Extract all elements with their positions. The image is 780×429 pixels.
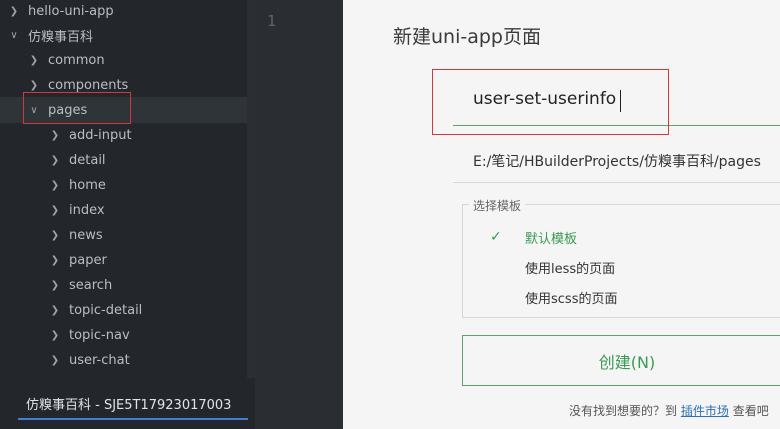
tree-item-label: user-chat: [69, 352, 130, 368]
line-number: 1: [267, 12, 277, 30]
path-input[interactable]: E:/笔记/HBuilderProjects/仿糗事百科/pages: [453, 145, 780, 183]
chevron-right-icon: ❯: [50, 129, 60, 141]
plugin-market-link[interactable]: 插件市场: [681, 404, 729, 418]
tree-item-topic-detail[interactable]: ❯ topic-detail: [0, 299, 247, 321]
footer-hint: 没有找到想要的？到 插件市场 查看吧: [569, 402, 769, 419]
tree-item-label: search: [69, 277, 113, 293]
tree-item-index[interactable]: ❯ index: [0, 199, 247, 221]
tree-item-paper[interactable]: ❯ paper: [0, 249, 247, 271]
tree-item-label: home: [69, 177, 106, 193]
chevron-right-icon: ❯: [50, 279, 60, 291]
tree-item-label: components: [48, 77, 129, 93]
template-group-legend: 选择模板: [469, 197, 526, 214]
tree-item-label: paper: [69, 252, 107, 268]
status-bar: 仿糗事百科 - SJE5T17923017003: [0, 378, 255, 429]
footer-suffix: 查看吧: [732, 404, 769, 418]
chevron-down-icon: ∨: [10, 29, 18, 41]
chevron-right-icon: ❯: [50, 304, 60, 316]
chevron-right-icon: ❯: [50, 229, 60, 241]
tree-item-news[interactable]: ❯ news: [0, 224, 247, 246]
tree-item-search[interactable]: ❯ search: [0, 274, 247, 296]
tree-item-home[interactable]: ❯ home: [0, 174, 247, 196]
chevron-right-icon: ❯: [29, 54, 39, 66]
tree-item-label: news: [69, 227, 103, 243]
template-option-scss[interactable]: 使用scss的页面: [525, 288, 617, 307]
project-tab[interactable]: 仿糗事百科 - SJE5T17923017003: [18, 394, 248, 420]
chevron-right-icon: ❯: [50, 329, 60, 341]
template-group: 选择模板 ✓ 默认模板 使用less的页面 使用scss的页面: [462, 197, 780, 318]
tree-item-topic-nav[interactable]: ❯ topic-nav: [0, 324, 247, 346]
tree-item-label: 仿糗事百科: [28, 29, 94, 45]
tree-item-label: detail: [69, 152, 106, 168]
tree-item-label: add-input: [69, 127, 132, 143]
tree-item-detail[interactable]: ❯ detail: [0, 149, 247, 171]
chevron-right-icon: ❯: [50, 254, 60, 266]
tree-item-common[interactable]: ❯ common: [0, 49, 247, 71]
check-icon: ✓: [490, 229, 502, 245]
tree-item-label: index: [69, 202, 105, 218]
chevron-right-icon: ❯: [50, 354, 60, 366]
chevron-right-icon: ❯: [50, 179, 60, 191]
tree-item-label: topic-nav: [69, 327, 130, 343]
chevron-right-icon: ❯: [29, 79, 39, 91]
tree-item-label: common: [48, 52, 105, 68]
path-value: E:/笔记/HBuilderProjects/仿糗事百科/pages: [473, 154, 761, 170]
template-option-default[interactable]: 默认模板: [525, 228, 577, 247]
tree-item-label: hello-uni-app: [28, 3, 114, 19]
tree-item-user-chat[interactable]: ❯ user-chat: [0, 349, 247, 371]
code-editor[interactable]: 1: [255, 0, 343, 429]
tree-item-project-root[interactable]: ∨ 仿糗事百科: [0, 24, 247, 46]
footer-prefix: 没有找到想要的？到: [569, 404, 678, 418]
tree-item-hello-uni-app[interactable]: ❯ hello-uni-app: [0, 0, 247, 22]
page-name-highlight-box: [432, 69, 669, 135]
new-page-dialog: 新建uni-app页面 user-set-userinfo E:/笔记/HBui…: [343, 0, 780, 429]
chevron-right-icon: ❯: [50, 204, 60, 216]
chevron-right-icon: ❯: [9, 5, 19, 17]
chevron-right-icon: ❯: [50, 154, 60, 166]
create-button[interactable]: 创建(N): [462, 335, 780, 386]
project-tree: ❯ hello-uni-app ∨ 仿糗事百科 ❯ common ❯ compo…: [0, 0, 247, 378]
template-option-less[interactable]: 使用less的页面: [525, 258, 615, 277]
tree-item-add-input[interactable]: ❯ add-input: [0, 124, 247, 146]
tree-item-label: topic-detail: [69, 302, 143, 318]
pages-highlight-box: [23, 92, 131, 124]
dialog-title: 新建uni-app页面: [393, 26, 541, 48]
